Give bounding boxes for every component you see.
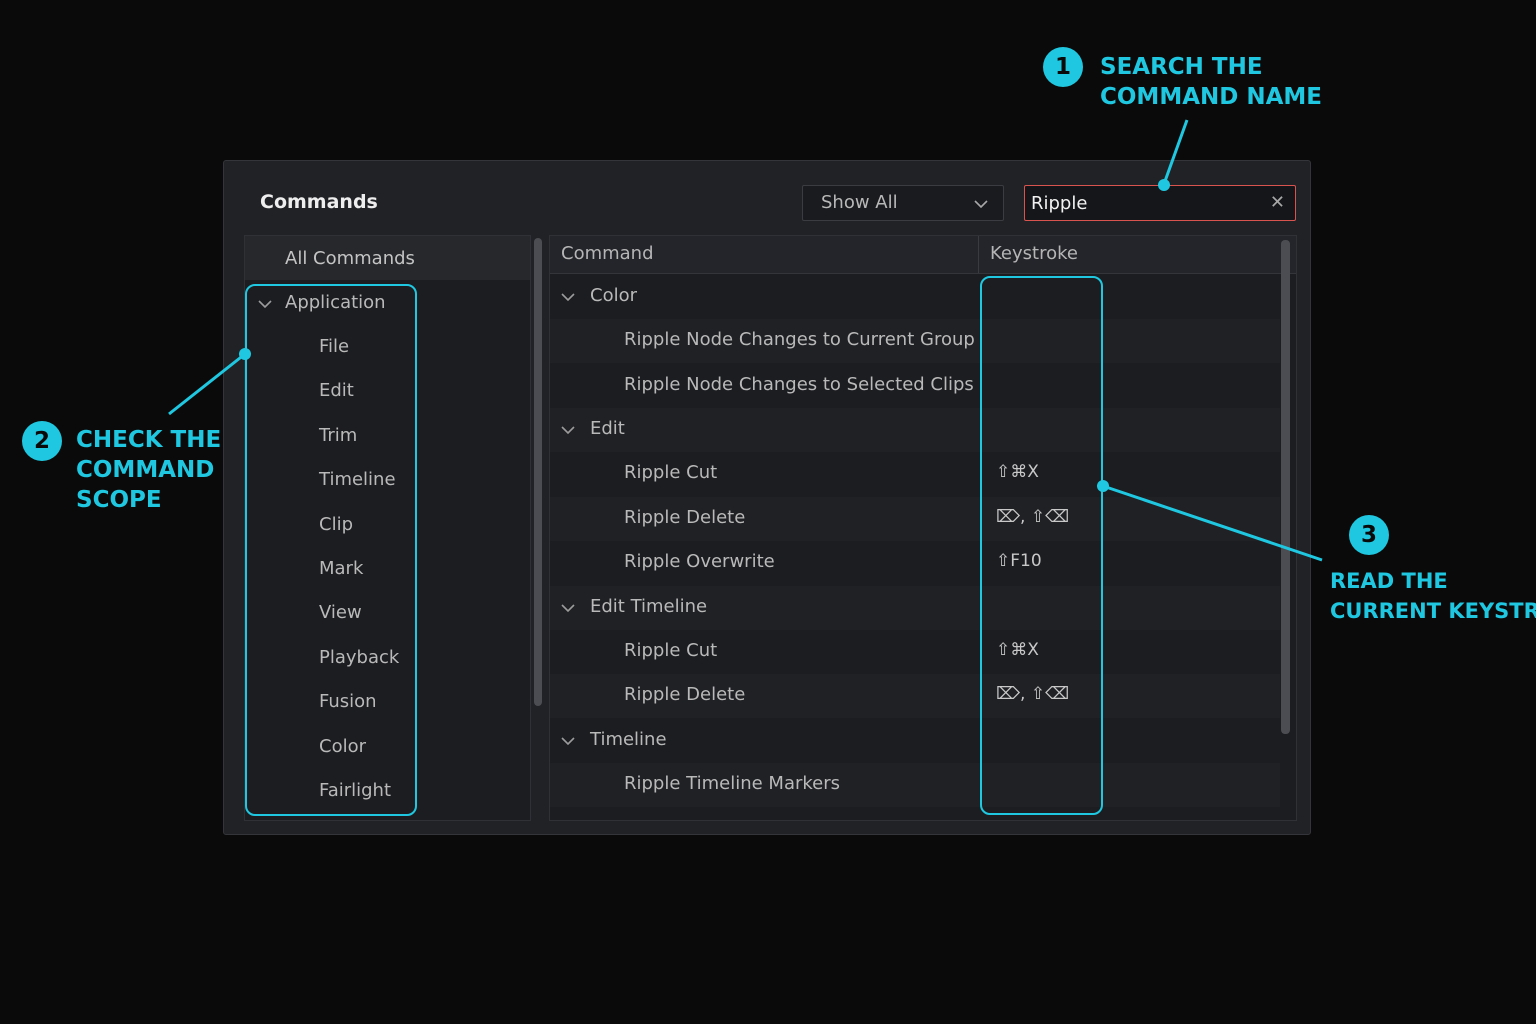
step-3-badge: 3 bbox=[1349, 515, 1389, 555]
scope-item-label: Trim bbox=[319, 425, 358, 446]
annotation-3-line-1: READ THE bbox=[1330, 569, 1448, 593]
scope-item-view[interactable]: View bbox=[245, 592, 415, 636]
group-label: Edit bbox=[590, 418, 625, 439]
annotation-2-line-1: CHECK THE bbox=[76, 427, 222, 453]
table-row[interactable]: Ripple Cut ⇧⌘X bbox=[550, 452, 1280, 496]
command-scope-list: All Commands Application File Edit Trim … bbox=[244, 235, 542, 821]
table-header: Command Keystroke bbox=[550, 236, 1296, 274]
keystroke-value[interactable]: ⌦, ⇧⌫ bbox=[996, 684, 1069, 704]
scope-item-mark[interactable]: Mark bbox=[245, 548, 415, 592]
column-divider[interactable] bbox=[978, 236, 979, 273]
step-2-badge: 2 bbox=[22, 421, 62, 461]
annotation-3-line-2: CURRENT KEYSTROKE bbox=[1330, 599, 1536, 623]
annotation-1-line-1: SEARCH THE bbox=[1100, 54, 1263, 80]
scope-list-scrollbar[interactable] bbox=[534, 238, 542, 706]
scope-item-edit[interactable]: Edit bbox=[245, 370, 415, 414]
table-row[interactable]: Ripple Delete ⌦, ⇧⌫ bbox=[550, 674, 1280, 718]
annotation-1-text: SEARCH THE COMMAND NAME bbox=[1100, 52, 1322, 112]
scope-all-commands-label: All Commands bbox=[285, 248, 415, 269]
command-name: Ripple Node Changes to Current Group bbox=[624, 329, 975, 350]
clear-search-icon[interactable]: ✕ bbox=[1270, 192, 1285, 213]
column-header-command[interactable]: Command bbox=[561, 243, 654, 264]
step-1-badge: 1 bbox=[1043, 47, 1083, 87]
group-label: Timeline bbox=[590, 729, 667, 750]
keystroke-value[interactable]: ⇧⌘X bbox=[996, 640, 1039, 660]
chevron-down-icon bbox=[560, 289, 576, 309]
keystroke-value[interactable]: ⇧F10 bbox=[996, 551, 1042, 571]
scope-item-label: Edit bbox=[319, 380, 354, 401]
scope-item-label: Fusion bbox=[319, 691, 377, 712]
scope-item-label: Mark bbox=[319, 558, 364, 579]
command-name: Ripple Node Changes to Selected Clips bbox=[624, 374, 974, 395]
annotation-3-text: READ THE CURRENT KEYSTROKE bbox=[1330, 566, 1536, 626]
annotation-2-line-3: SCOPE bbox=[76, 487, 162, 513]
chevron-down-icon bbox=[560, 600, 576, 620]
table-row[interactable]: Ripple Overwrite ⇧F10 bbox=[550, 541, 1280, 585]
scope-item-label: File bbox=[319, 336, 350, 357]
command-name: Ripple Overwrite bbox=[624, 551, 775, 572]
commands-panel: Commands Show All ✕ All Commands Applica… bbox=[223, 160, 1311, 835]
scope-item-clip[interactable]: Clip bbox=[245, 504, 415, 548]
chevron-down-icon bbox=[560, 422, 576, 442]
table-group-row[interactable]: Edit Timeline bbox=[550, 586, 1280, 630]
command-name: Ripple Cut bbox=[624, 462, 718, 483]
chevron-down-icon bbox=[257, 296, 273, 317]
scope-group-application[interactable]: Application bbox=[245, 282, 415, 326]
scope-item-fairlight[interactable]: Fairlight bbox=[245, 770, 415, 814]
show-filter-dropdown[interactable]: Show All bbox=[802, 185, 1004, 221]
command-name: Ripple Cut bbox=[624, 640, 718, 661]
dropdown-selected-value: Show All bbox=[821, 192, 898, 213]
command-name: Ripple Timeline Markers bbox=[624, 773, 841, 794]
scope-item-playback[interactable]: Playback bbox=[245, 637, 415, 681]
scope-item-fusion[interactable]: Fusion bbox=[245, 681, 415, 725]
scope-item-trim[interactable]: Trim bbox=[245, 415, 415, 459]
annotation-2-text: CHECK THE COMMAND SCOPE bbox=[76, 425, 221, 515]
table-group-row[interactable]: Edit bbox=[550, 408, 1280, 452]
search-field[interactable]: ✕ bbox=[1024, 185, 1296, 221]
scope-item-label: Playback bbox=[319, 647, 400, 668]
annotation-2-line-2: COMMAND bbox=[76, 457, 215, 483]
scope-item-label: Color bbox=[319, 736, 366, 757]
annotation-1-line-2: COMMAND NAME bbox=[1100, 84, 1323, 110]
scope-item-label: Clip bbox=[319, 514, 353, 535]
table-group-row[interactable]: Timeline bbox=[550, 719, 1280, 763]
search-input[interactable] bbox=[1029, 189, 1263, 217]
scope-item-label: View bbox=[319, 602, 362, 623]
command-table-scrollbar[interactable] bbox=[1281, 240, 1290, 734]
table-row[interactable]: Ripple Delete ⌦, ⇧⌫ bbox=[550, 497, 1280, 541]
command-table: Command Keystroke Color Ripple Node Chan… bbox=[549, 235, 1297, 821]
chevron-down-icon bbox=[560, 733, 576, 753]
scope-item-file[interactable]: File bbox=[245, 326, 415, 370]
scope-item-timeline[interactable]: Timeline bbox=[245, 459, 415, 503]
scope-item-color[interactable]: Color bbox=[245, 726, 415, 770]
scope-item-label: Timeline bbox=[319, 469, 396, 490]
column-header-keystroke[interactable]: Keystroke bbox=[990, 243, 1078, 264]
scope-item-label: Fairlight bbox=[319, 780, 392, 801]
group-label: Color bbox=[590, 285, 637, 306]
chevron-down-icon bbox=[973, 196, 989, 216]
scope-all-commands[interactable]: All Commands bbox=[245, 236, 530, 280]
group-label: Edit Timeline bbox=[590, 596, 708, 617]
table-row[interactable]: Ripple Cut ⇧⌘X bbox=[550, 630, 1280, 674]
table-row[interactable]: Ripple Timeline Markers bbox=[550, 763, 1280, 807]
scope-group-label: Application bbox=[285, 292, 386, 313]
command-name: Ripple Delete bbox=[624, 507, 746, 528]
keystroke-value[interactable]: ⇧⌘X bbox=[996, 462, 1039, 482]
panel-title: Commands bbox=[260, 191, 378, 213]
table-row[interactable]: Ripple Node Changes to Selected Clips bbox=[550, 364, 1280, 408]
table-row[interactable]: Ripple Node Changes to Current Group bbox=[550, 319, 1280, 363]
keystroke-value[interactable]: ⌦, ⇧⌫ bbox=[996, 507, 1069, 527]
command-name: Ripple Delete bbox=[624, 684, 746, 705]
table-group-row[interactable]: Color bbox=[550, 275, 1280, 319]
